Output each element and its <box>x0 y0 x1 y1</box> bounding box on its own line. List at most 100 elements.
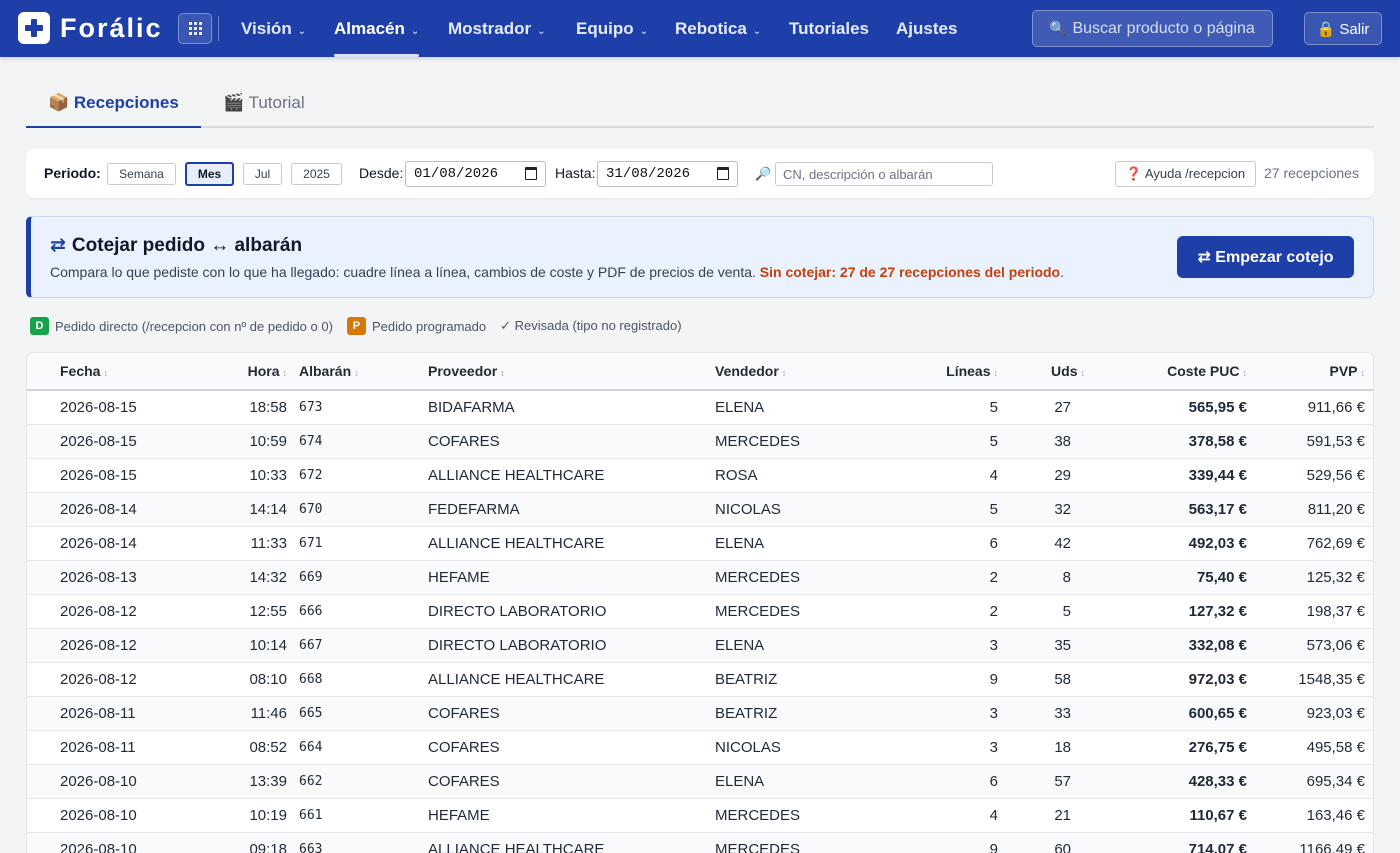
table-row[interactable]: 2026-08-12 10:14 667 DIRECTO LABORATORIO ELE… <box>27 628 1373 663</box>
column-header-lineas[interactable]: Líneas ↕ <box>880 353 1006 391</box>
search-icon: 🔍 <box>1049 20 1067 36</box>
tab-recepciones[interactable]: 📦 Recepciones <box>26 80 201 128</box>
cell-coste-puc: 428,33 € <box>1093 764 1249 799</box>
cell-albaran: 669 <box>299 560 428 595</box>
table-row[interactable]: 2026-08-15 10:59 674 COFARES MERCEDES 5 38 378,… <box>27 424 1373 459</box>
cell-albaran: 674 <box>299 424 428 459</box>
cell-vendedor: ELENA <box>715 628 880 663</box>
from-date-value: 01/08/2026 <box>414 166 499 182</box>
table-row[interactable]: 2026-08-12 08:10 668 ALLIANCE HEALTHCARE BEA… <box>27 662 1373 697</box>
cell-hora: 11:33 <box>187 526 299 561</box>
sort-icon: ↕ <box>103 368 108 378</box>
column-header-albaran[interactable]: Albarán ↕ <box>299 353 428 391</box>
nav-item-vision[interactable]: Visión ⌄ <box>241 0 306 57</box>
table-row[interactable]: 2026-08-10 10:19 661 HEFAME MERCEDES 4 21 110,6… <box>27 798 1373 833</box>
cell-pvp: 695,34 € <box>1249 764 1373 799</box>
column-header-uds[interactable]: Uds ↕ <box>1006 353 1093 391</box>
cell-hora: 13:39 <box>187 764 299 799</box>
calendar-icon[interactable] <box>525 167 537 180</box>
column-header-hora[interactable]: Hora ↕ <box>187 353 299 391</box>
legend-direct-label: Pedido directo (/recepcion con nº de ped… <box>55 318 333 334</box>
nav-item-ajustes[interactable]: Ajustes <box>896 0 957 57</box>
table-row[interactable]: 2026-08-15 10:33 672 ALLIANCE HEALTHCARE ROS… <box>27 458 1373 493</box>
nav-item-label: Equipo <box>576 19 634 38</box>
nav-item-almacen[interactable]: Almacén ⌄ <box>334 0 420 57</box>
column-header-proveedor[interactable]: Proveedor ↕ <box>428 353 715 391</box>
column-header-fecha[interactable]: Fecha ↕ <box>27 353 187 391</box>
start-cotejo-button[interactable]: ⇄ Empezar cotejo <box>1177 236 1354 278</box>
legend-scheduled-label: Pedido programado <box>371 318 487 334</box>
cell-proveedor: COFARES <box>428 696 715 731</box>
nav-item-mostrador[interactable]: Mostrador ⌄ <box>448 0 546 57</box>
cell-albaran: 666 <box>299 594 428 629</box>
cell-vendedor: ROSA <box>715 458 880 493</box>
sort-icon: ↕ <box>993 368 999 378</box>
cell-coste-puc: 75,40 € <box>1093 560 1249 595</box>
cell-lineas: 2 <box>880 594 1006 629</box>
cell-hora: 08:10 <box>187 662 299 697</box>
cell-uds: 32 <box>1006 492 1093 527</box>
cell-proveedor: HEFAME <box>428 798 715 833</box>
cell-fecha: 2026-08-10 <box>27 832 187 853</box>
apps-grid-button[interactable] <box>178 13 212 44</box>
column-header-coste-puc[interactable]: Coste PUC ↕ <box>1093 353 1249 391</box>
cell-vendedor: MERCEDES <box>715 798 880 833</box>
cell-coste-puc: 563,17 € <box>1093 492 1249 527</box>
period-july-button[interactable]: Jul <box>243 163 282 185</box>
to-date-input[interactable]: 31/08/2026 <box>597 161 738 187</box>
period-week-button[interactable]: Semana <box>107 163 176 185</box>
global-search[interactable]: 🔍 <box>1032 10 1273 47</box>
receptions-table: Fecha ↕ Hora ↕ Albarán ↕ Proveedor ↕ Vendedo… <box>26 352 1374 853</box>
nav-item-tutoriales[interactable]: Tutoriales <box>789 0 869 57</box>
cell-coste-puc: 276,75 € <box>1093 730 1249 765</box>
cell-hora: 12:55 <box>187 594 299 629</box>
global-search-input[interactable] <box>1072 19 1263 38</box>
logout-button[interactable]: 🔒 Salir <box>1304 12 1382 45</box>
table-row[interactable]: 2026-08-13 14:32 669 HEFAME MERCEDES 2 8 75,40 … <box>27 560 1373 595</box>
calendar-icon[interactable] <box>717 167 729 180</box>
sort-icon: ↕ <box>1080 368 1086 378</box>
table-body: 2026-08-15 18:58 673 BIDAFARMA ELENA 5 27 565,9… <box>27 390 1373 853</box>
nav-item-equipo[interactable]: Equipo ⌄ <box>576 0 648 57</box>
help-recepcion-button[interactable]: ❓ Ayuda /recepcion <box>1115 161 1256 187</box>
table-row[interactable]: 2026-08-11 11:46 665 COFARES BEATRIZ 3 33 600,6… <box>27 696 1373 731</box>
cell-vendedor: MERCEDES <box>715 832 880 853</box>
table-row[interactable]: 2026-08-12 12:55 666 DIRECTO LABORATORIO MER… <box>27 594 1373 629</box>
cell-fecha: 2026-08-10 <box>27 764 187 799</box>
table-row[interactable]: 2026-08-10 09:18 663 ALLIANCE HEALTHCARE MER… <box>27 832 1373 853</box>
cell-uds: 27 <box>1006 390 1093 425</box>
column-header-vendedor[interactable]: Vendedor ↕ <box>715 353 880 391</box>
cell-vendedor: MERCEDES <box>715 424 880 459</box>
brand-name[interactable]: Forálic <box>60 12 163 44</box>
cell-hora: 18:58 <box>187 390 299 425</box>
table-row[interactable]: 2026-08-14 14:14 670 FEDEFARMA NICOLAS 5 32 563… <box>27 492 1373 527</box>
column-header-pvp[interactable]: PVP ↕ <box>1249 353 1373 391</box>
nav-item-rebotica[interactable]: Rebotica ⌄ <box>675 0 761 57</box>
table-row[interactable]: 2026-08-10 13:39 662 COFARES ELENA 6 57 428,33 … <box>27 764 1373 799</box>
cell-pvp: 811,20 € <box>1249 492 1373 527</box>
table-row[interactable]: 2026-08-14 11:33 671 ALLIANCE HEALTHCARE ELE… <box>27 526 1373 561</box>
cell-hora: 10:59 <box>187 424 299 459</box>
table-row[interactable]: 2026-08-11 08:52 664 COFARES NICOLAS 3 18 276,7… <box>27 730 1373 765</box>
cell-fecha: 2026-08-13 <box>27 560 187 595</box>
cell-hora: 14:32 <box>187 560 299 595</box>
period-year-button[interactable]: 2025 <box>291 163 342 185</box>
cell-coste-puc: 600,65 € <box>1093 696 1249 731</box>
cell-fecha: 2026-08-11 <box>27 730 187 765</box>
nav-item-label: Visión <box>241 19 292 38</box>
sort-icon: ↕ <box>282 368 288 378</box>
nav-divider <box>218 16 219 41</box>
cell-coste-puc: 332,08 € <box>1093 628 1249 663</box>
cell-lineas: 5 <box>880 424 1006 459</box>
period-month-button[interactable]: Mes <box>185 162 234 186</box>
from-date-input[interactable]: 01/08/2026 <box>405 161 546 187</box>
tab-tutorial[interactable]: 🎬 Tutorial <box>201 80 327 126</box>
cell-vendedor: ELENA <box>715 764 880 799</box>
reception-search-input[interactable]: CN, descripción o albarán <box>775 162 993 186</box>
cell-fecha: 2026-08-14 <box>27 492 187 527</box>
logo-cross-icon[interactable] <box>18 12 50 44</box>
legend-reviewed-label: ✓ Revisada (tipo no registrado) <box>500 318 682 333</box>
cell-hora: 10:33 <box>187 458 299 493</box>
cell-hora: 11:46 <box>187 696 299 731</box>
table-row[interactable]: 2026-08-15 18:58 673 BIDAFARMA ELENA 5 27 565,9… <box>27 390 1373 425</box>
